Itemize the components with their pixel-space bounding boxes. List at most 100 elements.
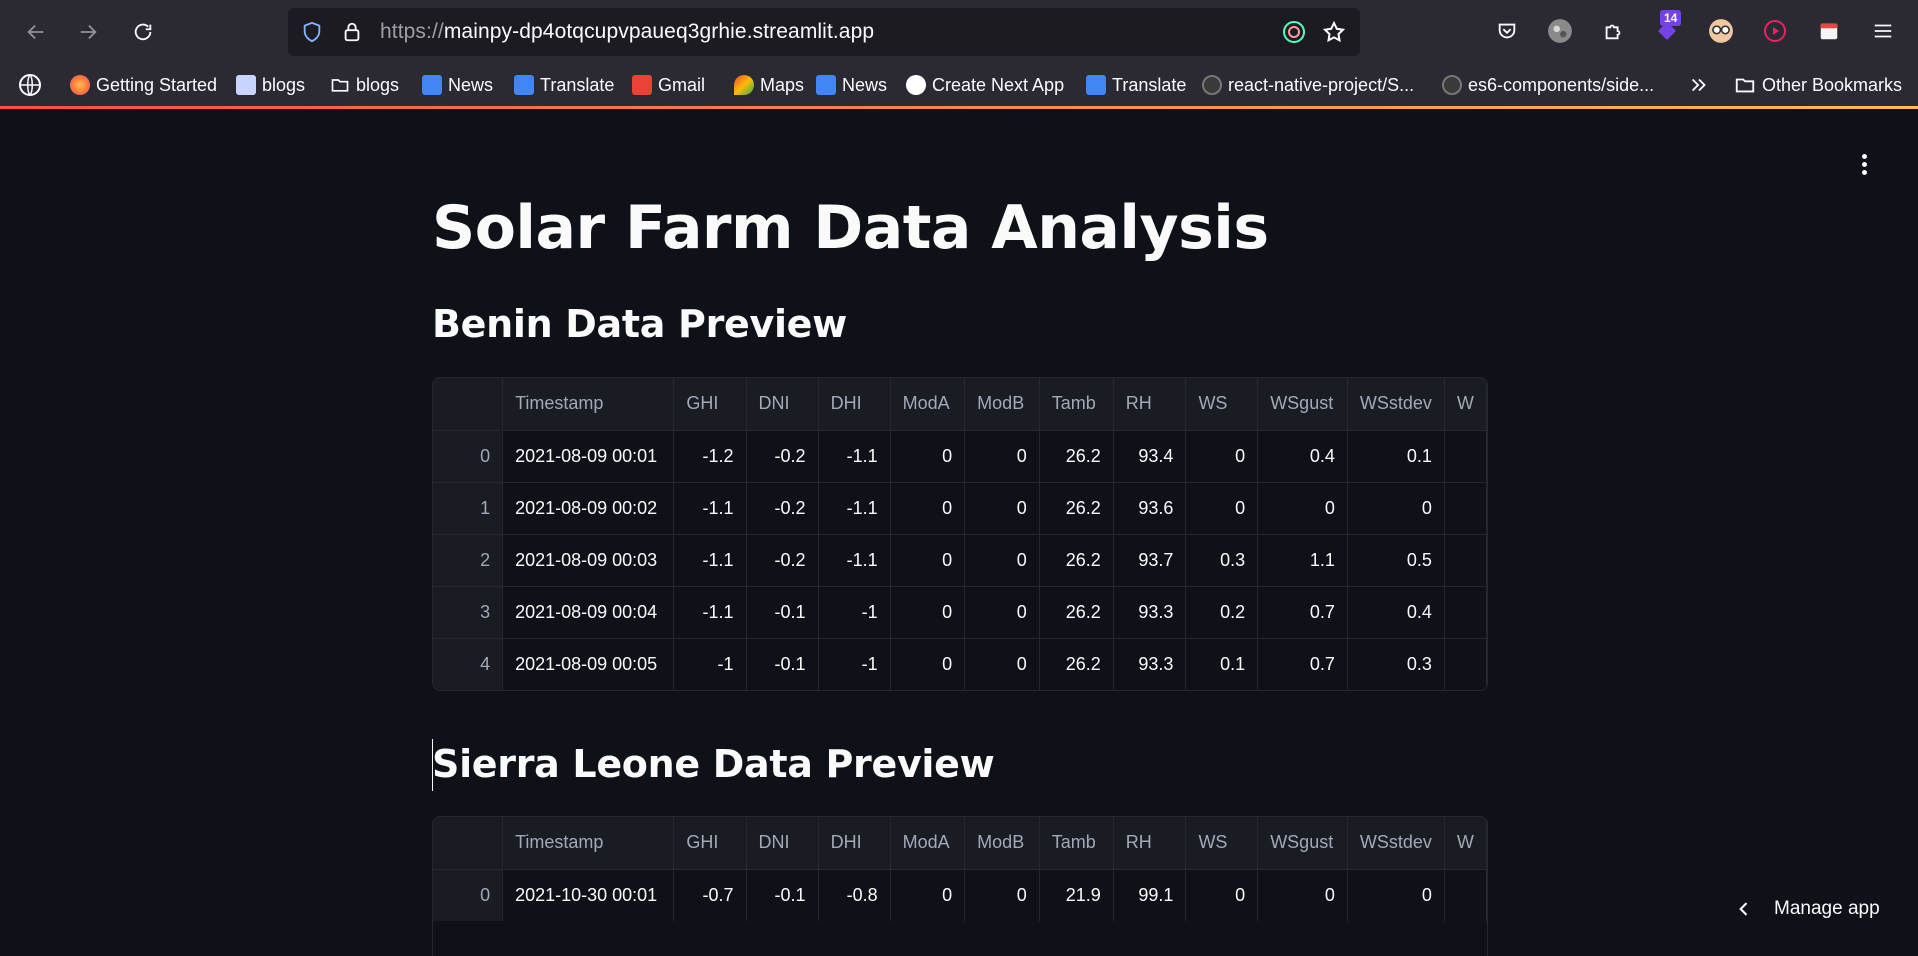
url-text[interactable]: https://mainpy-dp4otqcupvpaueq3grhie.str… <box>380 20 874 44</box>
table-cell[interactable]: 0 <box>890 869 966 921</box>
table-cell[interactable]: -0.7 <box>673 869 747 921</box>
bookmark-item[interactable]: Maps <box>734 72 804 98</box>
table-cell[interactable]: -1.1 <box>818 430 891 483</box>
column-header[interactable]: RH <box>1113 378 1187 431</box>
table-cell[interactable]: 0 <box>964 482 1040 535</box>
table-cell[interactable]: 0.4 <box>1347 586 1445 639</box>
table-cell[interactable]: 26.2 <box>1039 586 1114 639</box>
column-header[interactable]: WSgust <box>1257 817 1348 870</box>
column-header[interactable]: Timestamp <box>502 817 675 870</box>
bookmark-item[interactable]: Gmail <box>632 72 705 98</box>
table-cell[interactable]: 0.7 <box>1257 638 1348 690</box>
bookmark-item[interactable]: blogs <box>236 72 305 98</box>
table-cell[interactable]: -1.1 <box>673 534 747 587</box>
lock-icon[interactable] <box>340 20 364 44</box>
forward-button[interactable] <box>70 14 106 50</box>
table-cell[interactable]: -0.2 <box>746 534 819 587</box>
row-index[interactable]: 2 <box>433 534 504 587</box>
benin-dataframe[interactable]: Timestamp GHI DNI DHI ModA ModB Tamb RH WS WSgust… <box>432 377 1488 691</box>
more-bookmarks-chevron-icon[interactable] <box>1688 72 1710 98</box>
row-index[interactable]: 4 <box>433 638 504 690</box>
table-cell[interactable]: 0.3 <box>1347 638 1445 690</box>
table-cell[interactable]: 0 <box>964 430 1040 483</box>
table-cell[interactable]: 0.4 <box>1257 430 1348 483</box>
row-index[interactable]: 0 <box>433 430 504 483</box>
column-header[interactable]: W <box>1444 378 1487 431</box>
column-header[interactable]: WS <box>1185 378 1259 431</box>
table-cell[interactable]: 93.7 <box>1113 534 1187 587</box>
table-cell[interactable]: -0.1 <box>746 638 819 690</box>
table-cell[interactable]: 0.2 <box>1185 586 1259 639</box>
table-cell[interactable]: -1 <box>818 586 891 639</box>
table-cell[interactable]: 0 <box>1257 869 1348 921</box>
hamburger-menu-icon[interactable] <box>1868 16 1898 46</box>
row-index[interactable]: 1 <box>433 482 504 535</box>
column-header[interactable]: DHI <box>818 378 891 431</box>
table-cell[interactable]: 1.1 <box>1257 534 1348 587</box>
table-cell[interactable]: 26.2 <box>1039 430 1114 483</box>
bookmark-item[interactable]: News <box>816 72 887 98</box>
table-cell[interactable] <box>1444 534 1487 587</box>
extension-play-icon[interactable] <box>1760 16 1790 46</box>
table-cell[interactable]: 0 <box>964 534 1040 587</box>
table-row[interactable]: 0 2021-08-09 00:01 -1.2 -0.2 -1.1 0 0 26.2 93.4 0… <box>433 430 1487 483</box>
table-cell[interactable] <box>1444 586 1487 639</box>
column-header[interactable]: DNI <box>746 817 819 870</box>
table-cell[interactable]: 2021-10-30 00:01 <box>502 869 675 921</box>
table-cell[interactable]: 0.1 <box>1185 638 1259 690</box>
table-cell[interactable]: 0 <box>964 869 1040 921</box>
table-cell[interactable]: 0.3 <box>1185 534 1259 587</box>
bookmark-item[interactable]: Getting Started <box>70 72 217 98</box>
table-cell[interactable]: 0.1 <box>1347 430 1445 483</box>
column-header[interactable]: WSstdev <box>1347 378 1445 431</box>
table-cell[interactable]: 93.3 <box>1113 586 1187 639</box>
table-cell[interactable]: 0 <box>890 534 966 587</box>
table-cell[interactable]: 93.4 <box>1113 430 1187 483</box>
column-header[interactable]: ModB <box>964 378 1040 431</box>
table-cell[interactable]: 2021-08-09 00:03 <box>502 534 675 587</box>
column-header[interactable]: ModA <box>890 817 966 870</box>
tracking-shield-icon[interactable] <box>300 20 324 44</box>
table-cell[interactable]: -0.1 <box>746 869 819 921</box>
column-header[interactable]: WSgust <box>1257 378 1348 431</box>
table-cell[interactable]: 0 <box>890 482 966 535</box>
extension-glasses-icon[interactable] <box>1706 16 1736 46</box>
main-menu-kebab-icon[interactable] <box>1854 149 1874 179</box>
table-cell[interactable]: -1.2 <box>673 430 747 483</box>
table-cell[interactable]: 0 <box>890 586 966 639</box>
table-row[interactable]: 3 2021-08-09 00:04 -1.1 -0.1 -1 0 0 26.2 93.3 0.2… <box>433 586 1487 639</box>
table-cell[interactable]: 2021-08-09 00:05 <box>502 638 675 690</box>
table-cell[interactable]: 93.3 <box>1113 638 1187 690</box>
table-cell[interactable]: 0 <box>1257 482 1348 535</box>
bookmark-item[interactable]: es6-components/side... <box>1442 72 1654 98</box>
table-cell[interactable]: 0 <box>1185 430 1259 483</box>
table-cell[interactable] <box>1444 430 1487 483</box>
table-cell[interactable]: -0.2 <box>746 482 819 535</box>
table-cell[interactable] <box>1444 638 1487 690</box>
table-cell[interactable]: -1.1 <box>818 482 891 535</box>
column-header[interactable]: GHI <box>673 378 747 431</box>
table-cell[interactable]: -1.1 <box>673 482 747 535</box>
row-index[interactable]: 3 <box>433 586 504 639</box>
table-cell[interactable]: 0 <box>964 586 1040 639</box>
table-cell[interactable]: -0.1 <box>746 586 819 639</box>
table-cell[interactable]: 26.2 <box>1039 482 1114 535</box>
table-cell[interactable]: 26.2 <box>1039 534 1114 587</box>
table-cell[interactable]: 0 <box>1185 482 1259 535</box>
table-cell[interactable]: -1 <box>818 638 891 690</box>
column-header[interactable]: RH <box>1113 817 1187 870</box>
table-cell[interactable]: 26.2 <box>1039 638 1114 690</box>
bookmark-item[interactable]: react-native-project/S... <box>1202 72 1414 98</box>
bookmark-item[interactable]: blogs <box>330 72 399 98</box>
other-bookmarks-folder[interactable]: Other Bookmarks <box>1734 72 1902 98</box>
all-tabs-globe-icon[interactable] <box>18 72 42 98</box>
table-cell[interactable]: 2021-08-09 00:02 <box>502 482 675 535</box>
table-cell[interactable]: -1 <box>673 638 747 690</box>
bookmark-item[interactable]: News <box>422 72 493 98</box>
table-cell[interactable]: 99.1 <box>1113 869 1187 921</box>
table-cell[interactable]: 0.5 <box>1347 534 1445 587</box>
column-header[interactable]: ModA <box>890 378 966 431</box>
bookmark-item[interactable]: Translate <box>1086 72 1186 98</box>
table-cell[interactable]: 21.9 <box>1039 869 1114 921</box>
extensions-puzzle-icon[interactable] <box>1598 16 1628 46</box>
